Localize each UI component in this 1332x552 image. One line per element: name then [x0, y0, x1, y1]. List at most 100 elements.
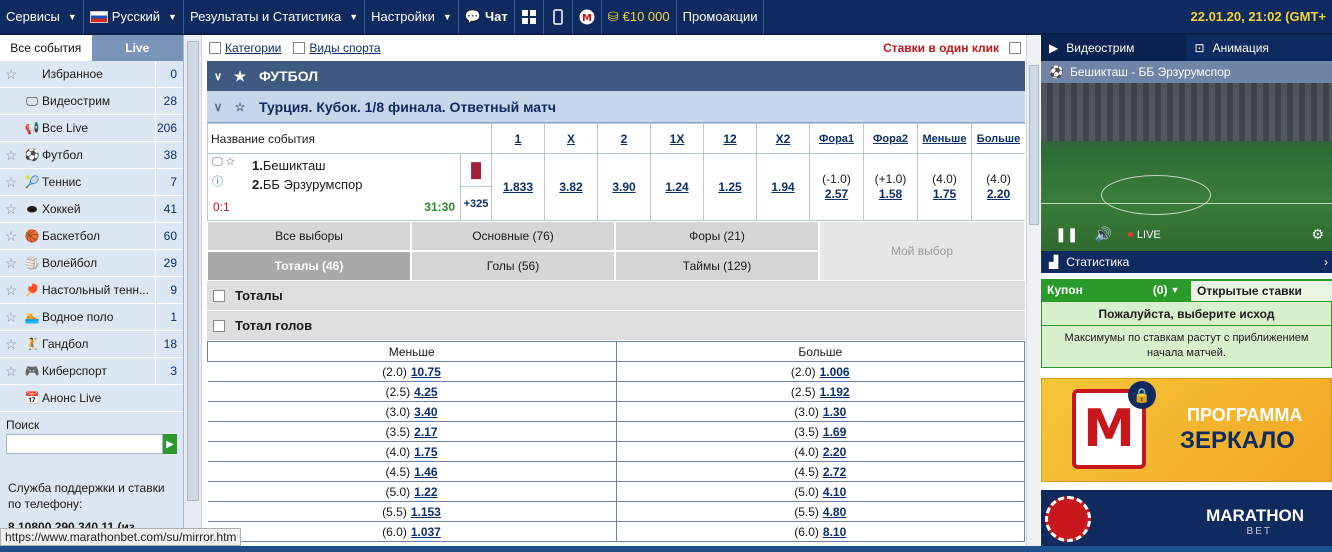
star-outline-icon[interactable]: ☆: [0, 255, 22, 272]
under-cell[interactable]: (4.5) 1.46: [207, 461, 617, 482]
sidebar-item[interactable]: ☆ 🏀 Баскетбол 60: [0, 223, 183, 250]
gear-icon[interactable]: ⚙: [1311, 226, 1324, 243]
scrollbar-thumb[interactable]: [187, 41, 199, 501]
scrollbar-thumb[interactable]: [1029, 65, 1039, 225]
odd-1x[interactable]: 1.24: [650, 153, 704, 221]
over-cell[interactable]: (3.5) 1.69: [616, 421, 1025, 442]
over-cell[interactable]: (5.0) 4.10: [616, 481, 1025, 502]
odd-value[interactable]: 2.20: [972, 187, 1025, 202]
info-icon[interactable]: ⓘ: [212, 173, 248, 189]
sidebar-item[interactable]: ☆ 🏓 Настольный тенн... 9: [0, 277, 183, 304]
over-cell[interactable]: (6.0) 8.10: [616, 521, 1025, 542]
under-cell[interactable]: (4.0) 1.75: [207, 441, 617, 462]
odd-1[interactable]: 1.833: [491, 153, 545, 221]
under-odd[interactable]: 1.153: [411, 505, 441, 519]
results-menu[interactable]: Результаты и Статистика ▼: [184, 0, 366, 34]
video-title-bar[interactable]: ⚽ Бешикташ - ББ Эрзурумспор: [1041, 61, 1332, 83]
chat-button[interactable]: 💬 Чат: [459, 0, 515, 34]
star-icon[interactable]: ★: [229, 68, 251, 85]
search-go-button[interactable]: ▶: [163, 434, 177, 454]
col-handicap1[interactable]: Фора1: [809, 123, 864, 154]
sidebar-item[interactable]: ☆ 🤾 Гандбол 18: [0, 331, 183, 358]
under-odd[interactable]: 1.75: [414, 445, 437, 459]
language-menu[interactable]: Русский ▼: [84, 0, 184, 34]
odd-over[interactable]: (4.0) 2.20: [971, 153, 1025, 221]
under-cell[interactable]: (5.5) 1.153: [207, 501, 617, 522]
tab-halves[interactable]: Таймы (129): [615, 251, 819, 281]
sidebar-item[interactable]: ☆ 🏊 Водное поло 1: [0, 304, 183, 331]
categories-link[interactable]: Категории: [225, 41, 281, 55]
star-outline-icon[interactable]: ☆: [0, 363, 22, 380]
odd-value[interactable]: 3.90: [612, 180, 635, 194]
tab-main[interactable]: Основные (76): [411, 221, 615, 251]
mobile-app-button[interactable]: [544, 0, 573, 34]
more-markets-link[interactable]: +325: [461, 187, 491, 220]
odd-value[interactable]: 3.82: [559, 180, 582, 194]
section-total-goals[interactable]: Тотал голов: [207, 311, 1025, 341]
collapse-chevron-icon[interactable]: ∨: [207, 100, 229, 114]
under-odd[interactable]: 10.75: [411, 365, 441, 379]
over-cell[interactable]: (3.0) 1.30: [616, 401, 1025, 422]
star-outline-icon[interactable]: ☆: [0, 282, 22, 299]
main-scrollbar[interactable]: [1026, 35, 1040, 552]
sidebar-item[interactable]: ☆ 🎮 Киберспорт 3: [0, 358, 183, 385]
odd-12[interactable]: 1.25: [703, 153, 757, 221]
under-cell[interactable]: (6.0) 1.037: [207, 521, 617, 542]
section-checkbox[interactable]: [213, 319, 225, 332]
windows-app-button[interactable]: [515, 0, 544, 34]
col-x2[interactable]: X2: [756, 123, 810, 154]
promo-link[interactable]: Промоакции: [677, 0, 765, 34]
pause-icon[interactable]: ❚❚: [1055, 226, 1078, 243]
over-odd[interactable]: 2.20: [823, 445, 846, 459]
tab-animation[interactable]: ⊡ Анимация: [1187, 35, 1332, 61]
odd-2[interactable]: 3.90: [597, 153, 651, 221]
video-monitor-icon[interactable]: 🖵 ☆: [212, 156, 248, 169]
marathon-bet-banner[interactable]: MARATHON BET: [1041, 490, 1332, 550]
odd-value[interactable]: 1.58: [864, 187, 917, 202]
odd-handicap2[interactable]: (+1.0) 1.58: [863, 153, 918, 221]
sidebar-item[interactable]: ☆ ⚽ Футбол 38: [0, 142, 183, 169]
one-click-checkbox[interactable]: [1009, 42, 1021, 54]
odd-value[interactable]: 1.94: [771, 180, 794, 194]
tab-handicaps[interactable]: Форы (21): [615, 221, 819, 251]
tab-coupon[interactable]: Купон (0) ▼: [1041, 279, 1191, 301]
star-outline-icon[interactable]: ☆: [0, 66, 22, 83]
volume-icon[interactable]: 🔊: [1094, 226, 1111, 243]
over-cell[interactable]: (4.0) 2.20: [616, 441, 1025, 462]
under-odd[interactable]: 1.46: [414, 465, 437, 479]
section-totals[interactable]: Тоталы: [207, 281, 1025, 311]
over-odd[interactable]: 4.80: [823, 505, 846, 519]
odd-value[interactable]: 1.25: [718, 180, 741, 194]
over-odd[interactable]: 1.69: [823, 425, 846, 439]
under-odd[interactable]: 4.25: [414, 385, 437, 399]
services-menu[interactable]: Сервисы ▼: [0, 0, 84, 34]
col-12[interactable]: 12: [703, 123, 757, 154]
statistics-bar[interactable]: ▟ Статистика ›: [1041, 251, 1332, 273]
event-cell[interactable]: 🖵 ☆ ⓘ 1.Бешикташ 2.ББ Эрзурумспор 0:1 31…: [207, 153, 492, 221]
marathon-logo-button[interactable]: M: [573, 0, 602, 34]
tab-live[interactable]: Live: [91, 35, 183, 61]
odd-x[interactable]: 3.82: [544, 153, 598, 221]
sport-header[interactable]: ∨ ★ ФУТБОЛ: [207, 61, 1025, 91]
mirror-program-banner[interactable]: M 🔒 ПРОГРАММА ЗЕРКАЛО: [1041, 378, 1332, 482]
search-input[interactable]: [6, 434, 163, 454]
video-player[interactable]: ❚❚ 🔊 LIVE ⚙: [1041, 83, 1332, 251]
settings-menu[interactable]: Настройки ▼: [365, 0, 459, 34]
bonus-button[interactable]: ⛁ €10 000: [602, 0, 677, 34]
sidebar-item[interactable]: 📅 Анонс Live: [0, 385, 183, 412]
under-odd[interactable]: 3.40: [414, 405, 437, 419]
bar-chart-icon[interactable]: ▐▌: [461, 154, 491, 187]
over-odd[interactable]: 1.006: [820, 365, 850, 379]
under-odd[interactable]: 2.17: [414, 425, 437, 439]
col-2[interactable]: 2: [597, 123, 651, 154]
star-outline-icon[interactable]: ☆: [0, 201, 22, 218]
star-outline-icon[interactable]: ☆: [0, 147, 22, 164]
tab-totals[interactable]: Тоталы (46): [207, 251, 411, 281]
sidebar-item[interactable]: 📢 Все Live 206: [0, 115, 183, 142]
col-over[interactable]: Больше: [971, 123, 1025, 154]
league-header[interactable]: ∨ ☆ Турция. Кубок. 1/8 финала. Ответный …: [207, 91, 1025, 123]
odd-value[interactable]: 1.75: [918, 187, 971, 202]
sidebar-item[interactable]: ☆ ⬬ Хоккей 41: [0, 196, 183, 223]
sports-link[interactable]: Виды спорта: [309, 41, 380, 55]
over-odd[interactable]: 8.10: [823, 525, 846, 539]
